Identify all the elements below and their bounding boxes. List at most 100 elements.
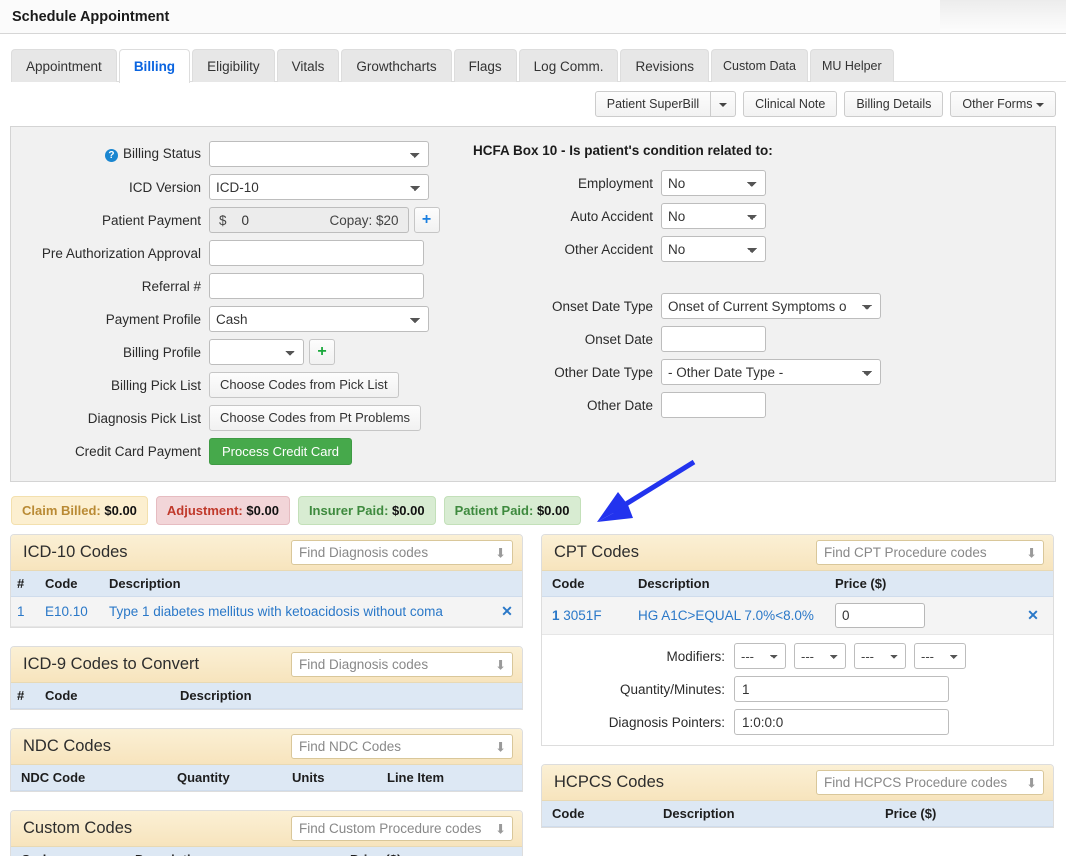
delete-x-icon[interactable]: ✕ [1013, 596, 1053, 635]
icd9-search-input[interactable] [291, 652, 513, 677]
onset-date-type-select[interactable]: Onset of Current Symptoms o [661, 293, 881, 319]
referral-input[interactable] [209, 273, 424, 299]
hcpcs-codes-table: Code Description Price ($) [542, 801, 1053, 827]
custom-search-input[interactable] [291, 816, 513, 841]
modifier-select-2[interactable]: --- [794, 643, 846, 669]
superbill-button-group: Patient SuperBill [594, 91, 737, 117]
payment-profile-label: Payment Profile [105, 311, 201, 327]
tab-flags[interactable]: Flags [453, 49, 517, 82]
other-date-input[interactable] [661, 392, 766, 418]
billing-details-button[interactable]: Billing Details [844, 91, 944, 117]
payment-profile-control: Cash [209, 306, 429, 332]
tab-growthcharts[interactable]: Growthcharts [341, 49, 452, 82]
tab-custom-data[interactable]: Custom Data [710, 49, 808, 82]
hcpcs-col-code: Code [542, 801, 657, 827]
billing-status-select[interactable] [209, 141, 429, 167]
tab-mu-helper[interactable]: MU Helper [809, 49, 894, 82]
cpt-row-description[interactable]: HG A1C>EQUAL 7.0%<8.0% [632, 596, 829, 635]
custom-table-header-row: Code Description Price ($) [11, 847, 522, 856]
superbill-dropdown-toggle[interactable] [711, 91, 737, 117]
onset-date-label: Onset Date [584, 331, 653, 347]
employment-select[interactable]: No [661, 170, 766, 196]
tab-log-comm[interactable]: Log Comm. [518, 49, 619, 82]
table-row[interactable]: 1 E10.10 Type 1 diabetes mellitus with k… [11, 596, 522, 627]
pre-auth-input[interactable] [209, 240, 424, 266]
diagnosis-pointers-input[interactable] [734, 709, 949, 735]
add-payment-button[interactable]: + [413, 207, 440, 233]
icd9-col-num: # [11, 683, 39, 709]
process-credit-card-button[interactable]: Process Credit Card [209, 438, 353, 465]
tab-appointment[interactable]: Appointment [11, 49, 117, 82]
plus-icon: + [421, 211, 432, 228]
tab-vitals[interactable]: Vitals [276, 49, 340, 82]
icd-version-select[interactable]: ICD-10 [209, 174, 429, 200]
icd10-search-input[interactable] [291, 540, 513, 565]
modifiers-label: Modifiers: [666, 648, 725, 664]
other-date-type-select[interactable]: - Other Date Type - [661, 359, 881, 385]
table-row[interactable]: 1 3051F HG A1C>EQUAL 7.0%<8.0% ✕ [542, 596, 1053, 635]
patient-superbill-button[interactable]: Patient SuperBill [594, 91, 712, 117]
icd10-row-description[interactable]: Type 1 diabetes mellitus with ketoacidos… [103, 596, 492, 627]
diagnosis-pick-list-label: Diagnosis Pick List [87, 410, 201, 426]
hcfa-section-title: HCFA Box 10 - Is patient's condition rel… [473, 143, 773, 158]
status-badge-adjustment: Adjustment: $0.00 [155, 496, 290, 525]
modifier-select-1[interactable]: --- [734, 643, 786, 669]
cpt-pointers-row: Diagnosis Pointers: [542, 709, 1043, 735]
hcpcs-search-box: ⬇ [816, 770, 1044, 795]
claim-billed-amount: $0.00 [104, 503, 137, 518]
pre-auth-label: Pre Authorization Approval [41, 245, 201, 261]
credit-card-label: Credit Card Payment [74, 444, 201, 459]
icd10-table-header-row: # Code Description [11, 571, 522, 597]
delete-x-icon[interactable]: ✕ [492, 596, 522, 627]
patient-payment-control: $ Copay: $20 + [209, 207, 440, 233]
status-badge-insurer-paid: Insurer Paid: $0.00 [297, 496, 436, 525]
auto-accident-control: No [661, 203, 766, 229]
billing-profile-select[interactable] [209, 339, 304, 365]
cpt-price-input[interactable] [835, 603, 925, 628]
patient-paid-amount: $0.00 [536, 503, 570, 518]
add-billing-profile-button[interactable]: + [309, 339, 335, 365]
icd10-row-code[interactable]: E10.10 [39, 596, 103, 627]
tab-revisions[interactable]: Revisions [620, 49, 709, 82]
custom-col-price: Price ($) [344, 847, 522, 856]
adjustment-amount: $0.00 [246, 503, 279, 518]
modifier-select-3[interactable]: --- [854, 643, 906, 669]
cpt-row-price-cell [829, 596, 1013, 635]
hcpcs-panel-header: HCPCS Codes ⬇ [542, 765, 1053, 801]
billing-summary-badges: Claim Billed: $0.00 Adjustment: $0.00 In… [11, 496, 1066, 525]
tab-eligibility[interactable]: Eligibility [192, 49, 275, 82]
billing-status-label: Billing Status [122, 145, 201, 161]
custom-col-code: Code [11, 847, 129, 856]
patient-payment-input[interactable] [235, 207, 321, 233]
diagnosis-pointers-label: Diagnosis Pointers: [608, 714, 725, 730]
hcpcs-search-input[interactable] [816, 770, 1044, 795]
field-row-auto-accident: Auto Accident No [461, 203, 1055, 229]
referral-label: Referral # [141, 278, 201, 294]
onset-date-input[interactable] [661, 326, 766, 352]
other-forms-dropdown[interactable]: Other Forms [950, 91, 1056, 117]
icd9-panel-header: ICD-9 Codes to Convert ⬇ [11, 647, 522, 683]
choose-codes-pt-problems-button[interactable]: Choose Codes from Pt Problems [209, 405, 422, 431]
billing-profile-label: Billing Profile [122, 344, 201, 360]
ndc-codes-table: NDC Code Quantity Units Line Item [11, 765, 522, 791]
cpt-search-input[interactable] [816, 540, 1044, 565]
quantity-minutes-label: Quantity/Minutes: [619, 681, 725, 697]
other-date-control [661, 392, 766, 418]
ndc-search-input[interactable] [291, 734, 513, 759]
tab-billing[interactable]: Billing [118, 49, 191, 83]
choose-codes-pick-list-button[interactable]: Choose Codes from Pick List [209, 372, 399, 398]
auto-accident-select[interactable]: No [661, 203, 766, 229]
ndc-panel-header: NDC Codes ⬇ [11, 729, 522, 765]
cpt-row-code[interactable]: 1 3051F [542, 596, 632, 635]
quantity-minutes-input[interactable] [734, 676, 949, 702]
icd-version-control: ICD-10 [209, 174, 429, 200]
other-accident-select[interactable]: No [661, 236, 766, 262]
cpt-col-actions [1013, 571, 1053, 597]
icd10-col-actions [492, 571, 522, 597]
payment-profile-select[interactable]: Cash [209, 306, 429, 332]
field-row-diagnosis-pick-list: Diagnosis Pick List Choose Codes from Pt… [11, 405, 451, 431]
clinical-note-button[interactable]: Clinical Note [743, 91, 838, 117]
other-forms-label: Other Forms [962, 97, 1033, 111]
question-circle-icon[interactable]: ? [104, 149, 118, 163]
modifier-select-4[interactable]: --- [914, 643, 966, 669]
